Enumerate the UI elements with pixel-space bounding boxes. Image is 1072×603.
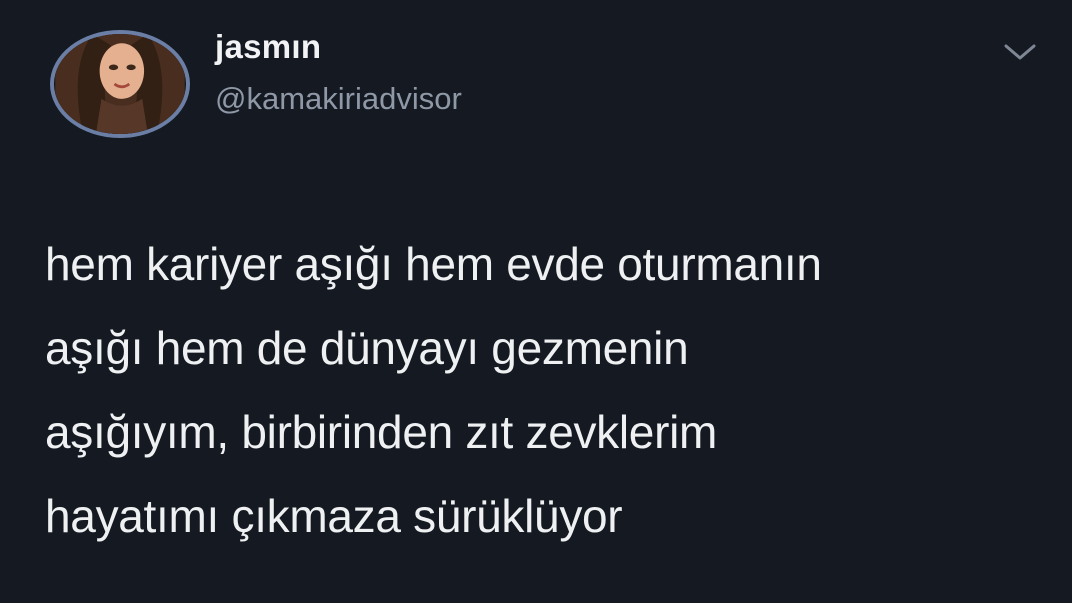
chevron-down-icon (1004, 44, 1036, 60)
tweet-card: jasmın @kamakiriadvisor hem kariyer aşığ… (0, 0, 1072, 603)
profile-avatar[interactable] (50, 30, 190, 138)
user-handle[interactable]: @kamakiriadvisor (215, 83, 462, 114)
more-options-button[interactable] (998, 34, 1042, 70)
avatar-illustration (55, 34, 185, 134)
display-name[interactable]: jasmın (215, 30, 321, 63)
tweet-text: hem kariyer aşığı hem evde oturmanın aşı… (45, 238, 822, 542)
